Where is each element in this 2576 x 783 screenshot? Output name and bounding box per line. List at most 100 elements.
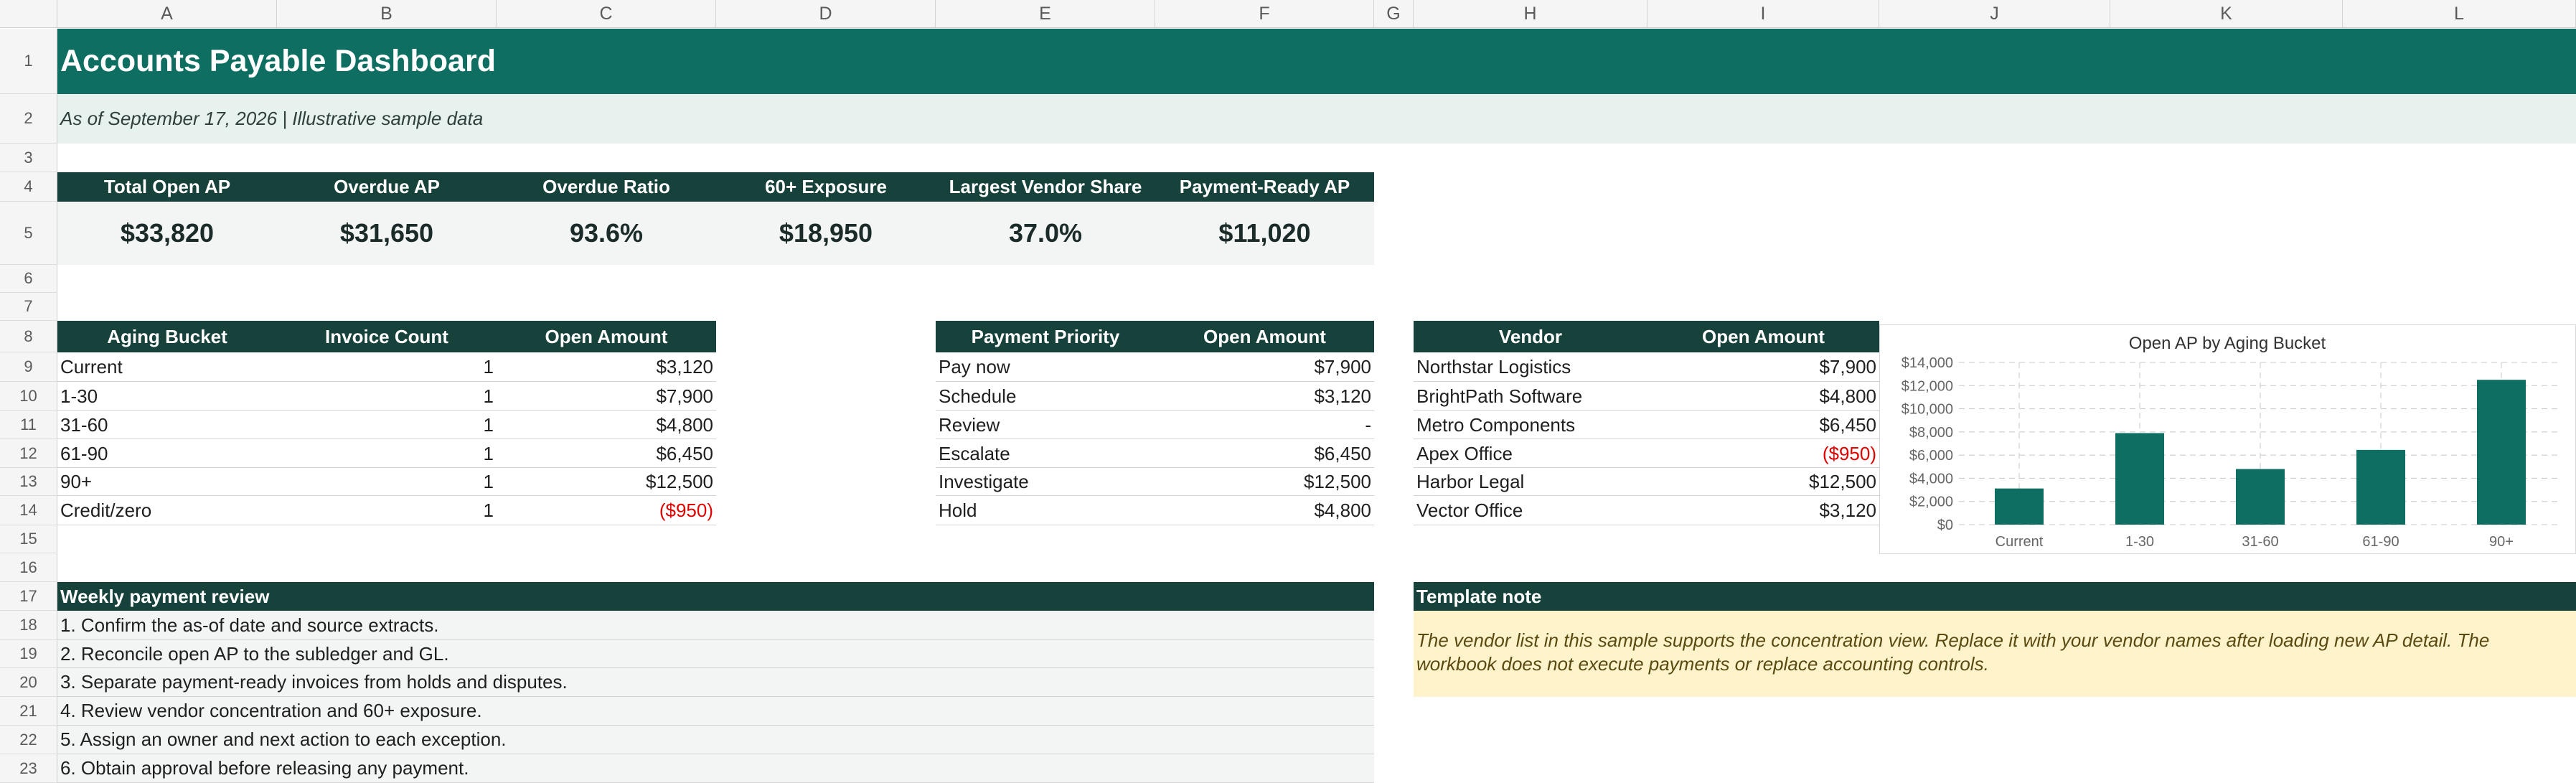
kpi-label[interactable]: Overdue Ratio xyxy=(497,172,716,202)
table-cell[interactable]: ($950) xyxy=(497,496,716,525)
row-header-1[interactable]: 1 xyxy=(0,29,57,94)
kpi-value[interactable]: $18,950 xyxy=(716,202,936,265)
table-header[interactable]: Open Amount xyxy=(497,321,716,352)
bar-61-90[interactable] xyxy=(2356,449,2405,525)
table-cell[interactable]: $6,450 xyxy=(497,439,716,468)
kpi-value[interactable]: 93.6% xyxy=(497,202,716,265)
row-header-11[interactable]: 11 xyxy=(0,411,57,439)
select-all-corner[interactable] xyxy=(0,0,57,28)
row-header-2[interactable]: 2 xyxy=(0,94,57,144)
kpi-label[interactable]: Largest Vendor Share xyxy=(936,172,1155,202)
table-cell[interactable]: $7,900 xyxy=(1647,352,1879,382)
column-header-j[interactable]: J xyxy=(1879,0,2110,28)
row-header-7[interactable]: 7 xyxy=(0,293,57,321)
row-header-4[interactable]: 4 xyxy=(0,172,57,202)
bar-Current[interactable] xyxy=(1995,488,2044,525)
column-header-i[interactable]: I xyxy=(1647,0,1879,28)
column-header-g[interactable]: G xyxy=(1374,0,1414,28)
table-cell[interactable]: $12,500 xyxy=(497,468,716,496)
table-cell[interactable]: 1 xyxy=(277,352,497,382)
table-header[interactable]: Open Amount xyxy=(1647,321,1879,352)
row-header-12[interactable]: 12 xyxy=(0,439,57,468)
table-cell[interactable]: $6,450 xyxy=(1647,411,1879,439)
table-cell[interactable]: - xyxy=(1155,411,1374,439)
row-header-23[interactable]: 23 xyxy=(0,754,57,783)
row-header-14[interactable]: 14 xyxy=(0,496,57,525)
table-header[interactable]: Payment Priority xyxy=(936,321,1155,352)
row-header-3[interactable]: 3 xyxy=(0,144,57,172)
table-header[interactable]: Aging Bucket xyxy=(57,321,277,352)
table-cell[interactable]: 90+ xyxy=(57,468,277,496)
table-cell[interactable]: $4,800 xyxy=(1155,496,1374,525)
column-header-f[interactable]: F xyxy=(1155,0,1374,28)
column-header-l[interactable]: L xyxy=(2343,0,2576,28)
column-header-e[interactable]: E xyxy=(936,0,1155,28)
chart-box[interactable]: Open AP by Aging Bucket $0 $2,000 $4,000 $6… xyxy=(1879,324,2576,554)
review-item[interactable]: 1. Confirm the as-of date and source ext… xyxy=(57,611,1374,640)
table-header[interactable]: Open Amount xyxy=(1155,321,1374,352)
table-cell[interactable]: Escalate xyxy=(936,439,1155,468)
kpi-value[interactable]: $11,020 xyxy=(1155,202,1374,265)
bar-1-30[interactable] xyxy=(2115,433,2164,525)
review-item[interactable]: 5. Assign an owner and next action to ea… xyxy=(57,726,1374,754)
column-header-b[interactable]: B xyxy=(277,0,497,28)
table-cell[interactable]: 31-60 xyxy=(57,411,277,439)
column-header-k[interactable]: K xyxy=(2110,0,2343,28)
row-header-6[interactable]: 6 xyxy=(0,265,57,293)
column-header-d[interactable]: D xyxy=(716,0,936,28)
table-cell[interactable]: Current xyxy=(57,352,277,382)
row-header-17[interactable]: 17 xyxy=(0,582,57,611)
review-title[interactable]: Weekly payment review xyxy=(57,582,1374,611)
row-header-8[interactable]: 8 xyxy=(0,321,57,352)
table-cell[interactable]: Pay now xyxy=(936,352,1155,382)
page-subtitle[interactable]: As of September 17, 2026 | Illustrative … xyxy=(57,94,483,144)
table-cell[interactable]: $12,500 xyxy=(1155,468,1374,496)
table-header[interactable]: Invoice Count xyxy=(277,321,497,352)
table-cell[interactable]: 61-90 xyxy=(57,439,277,468)
kpi-label[interactable]: 60+ Exposure xyxy=(716,172,936,202)
table-cell[interactable]: $7,900 xyxy=(1155,352,1374,382)
table-cell[interactable]: Vector Office xyxy=(1414,496,1647,525)
table-cell[interactable]: $3,120 xyxy=(497,352,716,382)
table-cell[interactable]: $3,120 xyxy=(1155,382,1374,411)
table-cell[interactable]: ($950) xyxy=(1647,439,1879,468)
row-header-21[interactable]: 21 xyxy=(0,697,57,726)
table-cell[interactable]: Schedule xyxy=(936,382,1155,411)
table-cell[interactable]: Investigate xyxy=(936,468,1155,496)
table-cell[interactable]: Credit/zero xyxy=(57,496,277,525)
bar-31-60[interactable] xyxy=(2236,469,2285,525)
kpi-label[interactable]: Total Open AP xyxy=(57,172,277,202)
table-cell[interactable]: 1 xyxy=(277,496,497,525)
row-header-9[interactable]: 9 xyxy=(0,352,57,382)
table-cell[interactable]: $4,800 xyxy=(1647,382,1879,411)
kpi-label[interactable]: Overdue AP xyxy=(277,172,497,202)
kpi-value[interactable]: $31,650 xyxy=(277,202,497,265)
kpi-label[interactable]: Payment-Ready AP xyxy=(1155,172,1374,202)
row-header-15[interactable]: 15 xyxy=(0,525,57,553)
table-header[interactable]: Vendor xyxy=(1414,321,1647,352)
row-header-18[interactable]: 18 xyxy=(0,611,57,640)
review-item[interactable]: 4. Review vendor concentration and 60+ e… xyxy=(57,697,1374,726)
bar-90+[interactable] xyxy=(2477,380,2526,525)
row-header-13[interactable]: 13 xyxy=(0,468,57,496)
table-cell[interactable]: Hold xyxy=(936,496,1155,525)
row-header-20[interactable]: 20 xyxy=(0,668,57,697)
page-title[interactable]: Accounts Payable Dashboard xyxy=(57,29,496,94)
row-header-16[interactable]: 16 xyxy=(0,553,57,582)
row-header-5[interactable]: 5 xyxy=(0,202,57,265)
kpi-value[interactable]: 37.0% xyxy=(936,202,1155,265)
row-header-10[interactable]: 10 xyxy=(0,382,57,411)
table-cell[interactable]: Apex Office xyxy=(1414,439,1647,468)
table-cell[interactable]: Metro Components xyxy=(1414,411,1647,439)
table-cell[interactable]: 1 xyxy=(277,468,497,496)
review-item[interactable]: 3. Separate payment-ready invoices from … xyxy=(57,668,1374,697)
table-cell[interactable]: 1 xyxy=(277,382,497,411)
column-header-a[interactable]: A xyxy=(57,0,277,28)
table-cell[interactable]: 1-30 xyxy=(57,382,277,411)
table-cell[interactable]: $6,450 xyxy=(1155,439,1374,468)
kpi-value[interactable]: $33,820 xyxy=(57,202,277,265)
table-cell[interactable]: Review xyxy=(936,411,1155,439)
row-header-19[interactable]: 19 xyxy=(0,640,57,668)
table-cell[interactable]: $4,800 xyxy=(497,411,716,439)
review-item[interactable]: 2. Reconcile open AP to the subledger an… xyxy=(57,640,1374,668)
